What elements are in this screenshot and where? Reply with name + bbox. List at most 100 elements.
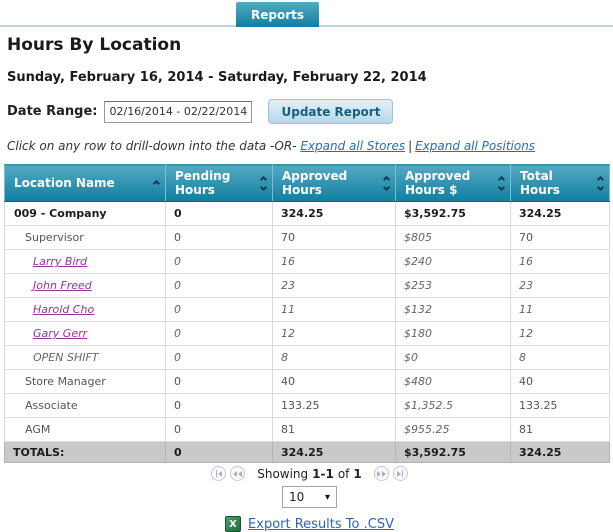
table-row[interactable]: Associate0133.25$1,352.5133.25: [5, 394, 610, 418]
pending-cell: 0: [166, 202, 273, 226]
excel-icon: X: [225, 516, 241, 532]
column-header-location-name[interactable]: Location Name: [5, 165, 166, 202]
column-header-total-hours[interactable]: Total Hours: [511, 165, 610, 202]
total-cell: 40: [511, 370, 610, 394]
totals-total: 324.25: [511, 442, 610, 463]
totals-row: TOTALS: 0 324.25 $3,592.75 324.25: [5, 442, 610, 463]
table-row[interactable]: John Freed023$25323: [5, 274, 610, 298]
date-range-heading: Sunday, February 16, 2014 - Saturday, Fe…: [7, 70, 613, 85]
header-row: Location Name Pending Hours Approved Hou…: [5, 165, 610, 202]
total-cell: 324.25: [511, 202, 610, 226]
total-cell: 8: [511, 346, 610, 370]
approved-dollars-cell: $180: [396, 322, 511, 346]
location-name-cell: Larry Bird: [5, 250, 166, 274]
table-row[interactable]: AGM081$955.2581: [5, 418, 610, 442]
location-name-cell: AGM: [5, 418, 166, 442]
totals-approved: 324.25: [273, 442, 396, 463]
showing-range: 1-1: [312, 467, 334, 481]
total-cell: 11: [511, 298, 610, 322]
total-cell: 70: [511, 226, 610, 250]
table-row[interactable]: Supervisor070$80570: [5, 226, 610, 250]
table-row[interactable]: OPEN SHIFT08$08: [5, 346, 610, 370]
approved-dollars-cell: $0: [396, 346, 511, 370]
showing-of: of: [338, 467, 350, 481]
table-row[interactable]: Larry Bird016$24016: [5, 250, 610, 274]
filter-row: Date Range: Update Report: [7, 99, 613, 124]
approved-cell: 70: [273, 226, 396, 250]
totals-pending: 0: [166, 442, 273, 463]
next-page-button[interactable]: [374, 466, 389, 481]
location-name-cell: Harold Cho: [5, 298, 166, 322]
employee-link[interactable]: Harold Cho: [33, 303, 94, 316]
first-page-button[interactable]: [211, 466, 226, 481]
drilldown-instructions: Click on any row to drill-down into the …: [7, 139, 613, 153]
approved-dollars-cell: $253: [396, 274, 511, 298]
pending-cell: 0: [166, 274, 273, 298]
column-header-approved-hours[interactable]: Approved Hours: [273, 165, 396, 202]
expand-all-stores-link[interactable]: Expand all Stores: [300, 139, 405, 153]
location-name-cell: 009 - Company: [5, 202, 166, 226]
tab-bar: Reports: [0, 0, 613, 27]
date-range-label: Date Range:: [7, 104, 97, 119]
update-report-button[interactable]: Update Report: [268, 99, 393, 124]
table-row[interactable]: 009 - Company0324.25$3,592.75324.25: [5, 202, 610, 226]
total-cell: 16: [511, 250, 610, 274]
expand-all-positions-link[interactable]: Expand all Positions: [415, 139, 535, 153]
total-cell: 12: [511, 322, 610, 346]
column-header-pending-hours[interactable]: Pending Hours: [166, 165, 273, 202]
page-size-select[interactable]: 10 ▾: [282, 486, 337, 508]
location-name-cell: Associate: [5, 394, 166, 418]
pending-cell: 0: [166, 370, 273, 394]
approved-cell: 81: [273, 418, 396, 442]
prev-page-button[interactable]: [230, 466, 245, 481]
approved-dollars-cell: $955.25: [396, 418, 511, 442]
export-row: X Export Results To .CSV: [7, 516, 612, 532]
pending-cell: 0: [166, 322, 273, 346]
chevron-down-icon: ▾: [325, 492, 330, 503]
last-page-button[interactable]: [393, 466, 408, 481]
table-row[interactable]: Store Manager040$48040: [5, 370, 610, 394]
pagination: Showing 1-1 of 1: [7, 466, 612, 481]
approved-cell: 324.25: [273, 202, 396, 226]
pending-cell: 0: [166, 346, 273, 370]
location-name-cell: Gary Gerr: [5, 322, 166, 346]
export-csv-link[interactable]: Export Results To .CSV: [248, 517, 394, 532]
totals-approved-dollars: $3,592.75: [396, 442, 511, 463]
approved-cell: 12: [273, 322, 396, 346]
column-label: Location Name: [14, 176, 115, 190]
column-label: Total Hours: [520, 169, 595, 197]
page-title: Hours By Location: [7, 35, 613, 55]
totals-label: TOTALS:: [5, 442, 166, 463]
approved-cell: 8: [273, 346, 396, 370]
pending-cell: 0: [166, 418, 273, 442]
approved-cell: 40: [273, 370, 396, 394]
showing-prefix: Showing: [257, 467, 308, 481]
hours-by-location-table: Location Name Pending Hours Approved Hou…: [4, 164, 610, 463]
location-name-cell: John Freed: [5, 274, 166, 298]
employee-link[interactable]: Gary Gerr: [33, 327, 87, 340]
tab-reports[interactable]: Reports: [236, 2, 319, 27]
sort-both-icon: [261, 177, 266, 190]
pending-cell: 0: [166, 298, 273, 322]
sort-both-icon: [499, 177, 504, 190]
table-row[interactable]: Gary Gerr012$18012: [5, 322, 610, 346]
approved-cell: 11: [273, 298, 396, 322]
approved-dollars-cell: $1,352.5: [396, 394, 511, 418]
table-row[interactable]: Harold Cho011$13211: [5, 298, 610, 322]
approved-dollars-cell: $132: [396, 298, 511, 322]
employee-link[interactable]: John Freed: [33, 279, 92, 292]
column-label: Pending Hours: [175, 169, 258, 197]
column-label: Approved Hours: [282, 169, 381, 197]
pending-cell: 0: [166, 394, 273, 418]
date-range-input[interactable]: [104, 101, 252, 123]
column-header-approved-hours-dollars[interactable]: Approved Hours $: [396, 165, 511, 202]
location-name-cell: Store Manager: [5, 370, 166, 394]
sort-asc-icon: [154, 181, 159, 186]
pending-cell: 0: [166, 226, 273, 250]
approved-cell: 133.25: [273, 394, 396, 418]
employee-link[interactable]: Larry Bird: [33, 255, 87, 268]
instructions-text: Click on any row to drill-down into the …: [7, 139, 296, 153]
sort-both-icon: [598, 177, 603, 190]
total-cell: 23: [511, 274, 610, 298]
approved-dollars-cell: $240: [396, 250, 511, 274]
